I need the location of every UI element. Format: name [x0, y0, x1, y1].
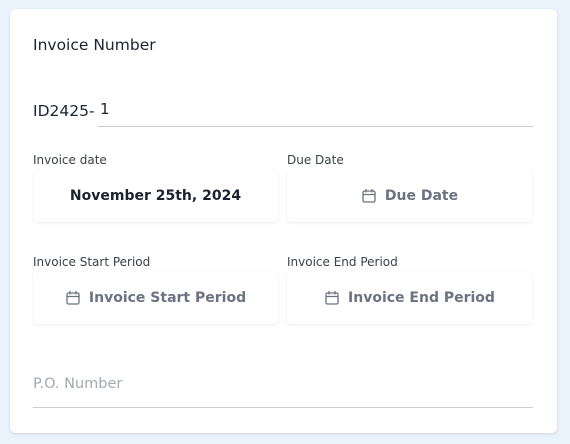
invoice-start-period-button[interactable]: Invoice Start Period	[33, 272, 278, 324]
due-date-placeholder: Due Date	[384, 188, 459, 204]
calendar-icon	[66, 290, 80, 305]
invoice-number-row: ID2425-	[33, 97, 533, 127]
invoice-date-value: November 25th, 2024	[69, 188, 242, 204]
invoice-date-button[interactable]: November 25th, 2024	[33, 170, 278, 222]
calendar-icon	[362, 188, 376, 203]
due-date-button[interactable]: Due Date	[287, 170, 532, 222]
invoice-number-title: Invoice Number	[33, 36, 156, 54]
invoice-number-input[interactable]	[98, 97, 533, 127]
po-number-field	[33, 364, 533, 408]
invoice-end-period-button[interactable]: Invoice End Period	[287, 272, 532, 324]
invoice-date-label: Invoice date	[33, 153, 107, 167]
invoice-start-period-placeholder: Invoice Start Period	[88, 290, 247, 306]
invoice-number-prefix: ID2425-	[33, 102, 95, 120]
invoice-card: Invoice Number ID2425- Invoice date Nove…	[10, 9, 557, 433]
invoice-end-period-label: Invoice End Period	[287, 255, 398, 269]
invoice-end-period-placeholder: Invoice End Period	[348, 290, 495, 306]
calendar-icon	[325, 290, 339, 305]
due-date-label: Due Date	[287, 153, 344, 167]
invoice-start-period-label: Invoice Start Period	[33, 255, 151, 269]
po-number-input[interactable]	[33, 370, 533, 398]
